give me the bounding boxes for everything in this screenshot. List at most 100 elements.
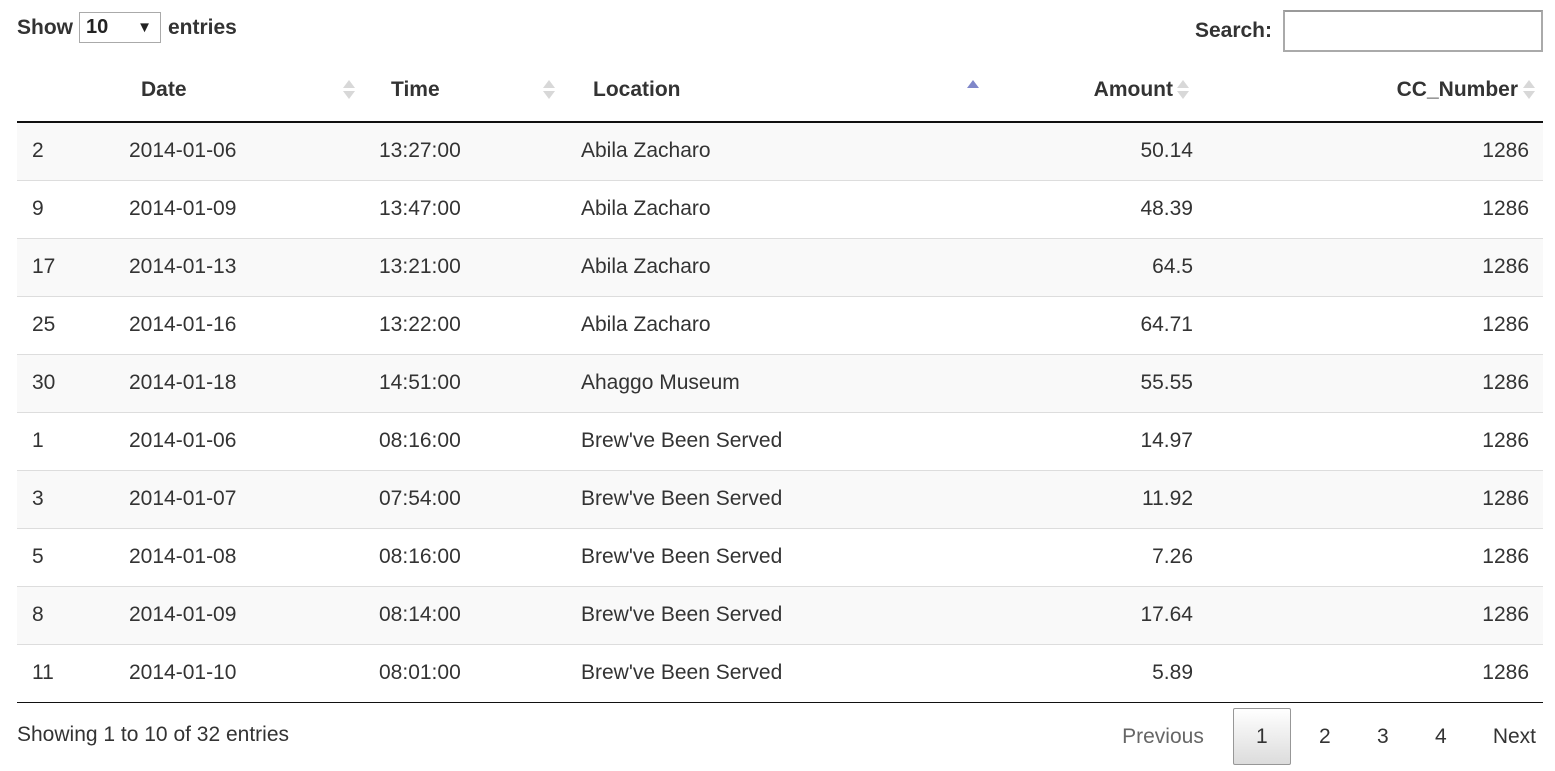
table-header-row: Date Time Location Amount CC_Number [17,58,1543,123]
table-info: Showing 1 to 10 of 32 entries [17,723,290,746]
cell-location: Abila Zacharo [571,237,979,296]
table-row[interactable]: 5 2014-01-08 08:16:00 Brew've Been Serve… [17,527,1543,586]
cell-time: 13:27:00 [369,122,571,180]
previous-page-button[interactable]: Previous [1107,708,1219,765]
cell-location: Brew've Been Served [571,469,979,528]
column-header-label: Date [141,78,187,101]
sort-both-icon [1177,79,1189,101]
cell-time: 13:22:00 [369,295,571,354]
search-input[interactable] [1283,10,1543,52]
cell-time: 13:21:00 [369,237,571,296]
sort-both-icon [543,79,555,101]
data-table: Date Time Location Amount CC_Number 2 20… [17,58,1543,703]
table-row[interactable]: 11 2014-01-10 08:01:00 Brew've Been Serv… [17,643,1543,703]
cell-date: 2014-01-10 [119,643,369,703]
table-row[interactable]: 1 2014-01-06 08:16:00 Brew've Been Serve… [17,411,1543,470]
search-control: Search: [1195,10,1543,52]
cell-amount: 7.26 [979,527,1209,586]
cell-cc-number: 1286 [1209,643,1543,703]
cell-cc-number: 1286 [1209,295,1543,354]
cell-cc-number: 1286 [1209,237,1543,296]
cell-time: 08:14:00 [369,585,571,644]
chevron-down-icon: ▼ [137,19,152,36]
table-row[interactable]: 9 2014-01-09 13:47:00 Abila Zacharo 48.3… [17,179,1543,238]
cell-date: 2014-01-08 [119,527,369,586]
table-row[interactable]: 17 2014-01-13 13:21:00 Abila Zacharo 64.… [17,237,1543,296]
entries-per-page-select[interactable]: 10 ▼ [79,12,161,43]
cell-cc-number: 1286 [1209,411,1543,470]
cell-location: Brew've Been Served [571,585,979,644]
cell-cc-number: 1286 [1209,353,1543,412]
cell-location: Abila Zacharo [571,179,979,238]
cell-amount: 50.14 [979,122,1209,180]
column-header-label: Amount [1093,78,1173,101]
cell-row-number: 5 [17,527,119,586]
column-header-row [17,58,119,123]
page-button-1[interactable]: 1 [1232,708,1291,765]
table-row[interactable]: 8 2014-01-09 08:14:00 Brew've Been Serve… [17,585,1543,644]
cell-row-number: 2 [17,122,119,180]
column-header-date[interactable]: Date [119,58,369,123]
entries-label: entries [168,15,237,39]
cell-amount: 5.89 [979,643,1209,703]
cell-row-number: 30 [17,353,119,412]
cell-location: Brew've Been Served [571,643,979,703]
cell-amount: 11.92 [979,469,1209,528]
table-controls: Show 10 ▼ entries Search: [17,10,1543,52]
search-label: Search: [1194,19,1272,42]
sort-both-icon [343,79,355,101]
cell-date: 2014-01-07 [119,469,369,528]
table-row[interactable]: 3 2014-01-07 07:54:00 Brew've Been Serve… [17,469,1543,528]
cell-amount: 64.5 [979,237,1209,296]
cell-location: Abila Zacharo [571,295,979,354]
cell-date: 2014-01-13 [119,237,369,296]
column-header-location[interactable]: Location [571,58,979,123]
column-header-label: Time [391,78,440,101]
column-header-time[interactable]: Time [369,58,571,123]
cell-date: 2014-01-06 [119,411,369,470]
show-label: Show [17,15,73,39]
table-row[interactable]: 30 2014-01-18 14:51:00 Ahaggo Museum 55.… [17,353,1543,412]
cell-amount: 48.39 [979,179,1209,238]
cell-location: Ahaggo Museum [571,353,979,412]
next-page-button[interactable]: Next [1470,708,1543,765]
cell-location: Brew've Been Served [571,411,979,470]
cell-row-number: 8 [17,585,119,644]
cell-time: 13:47:00 [369,179,571,238]
cell-amount: 55.55 [979,353,1209,412]
cell-row-number: 17 [17,237,119,296]
cell-amount: 17.64 [979,585,1209,644]
page-button-4[interactable]: 4 [1412,708,1470,765]
page-button-3[interactable]: 3 [1354,708,1412,765]
cell-time: 08:16:00 [369,527,571,586]
page-button-2[interactable]: 2 [1296,708,1354,765]
cell-cc-number: 1286 [1209,469,1543,528]
cell-row-number: 1 [17,411,119,470]
cell-time: 07:54:00 [369,469,571,528]
cell-cc-number: 1286 [1209,527,1543,586]
column-header-cc-number[interactable]: CC_Number [1209,58,1543,123]
sort-ascending-icon [967,79,979,101]
cell-date: 2014-01-06 [119,122,369,180]
column-header-amount[interactable]: Amount [979,58,1209,123]
pagination: Previous 1 2 3 4 Next [1107,708,1543,765]
cell-date: 2014-01-09 [119,179,369,238]
column-header-label: Location [593,78,681,101]
cell-location: Abila Zacharo [571,122,979,180]
cell-cc-number: 1286 [1209,179,1543,238]
length-control: Show 10 ▼ entries [17,12,237,43]
cell-amount: 14.97 [979,411,1209,470]
cell-row-number: 11 [17,643,119,703]
cell-date: 2014-01-16 [119,295,369,354]
cell-cc-number: 1286 [1209,585,1543,644]
entries-per-page-value: 10 [86,16,109,38]
cell-time: 14:51:00 [369,353,571,412]
cell-location: Brew've Been Served [571,527,979,586]
cell-row-number: 25 [17,295,119,354]
cell-row-number: 3 [17,469,119,528]
table-row[interactable]: 25 2014-01-16 13:22:00 Abila Zacharo 64.… [17,295,1543,354]
column-header-label: CC_Number [1396,78,1518,101]
cell-date: 2014-01-18 [119,353,369,412]
cell-time: 08:16:00 [369,411,571,470]
table-row[interactable]: 2 2014-01-06 13:27:00 Abila Zacharo 50.1… [17,122,1543,180]
